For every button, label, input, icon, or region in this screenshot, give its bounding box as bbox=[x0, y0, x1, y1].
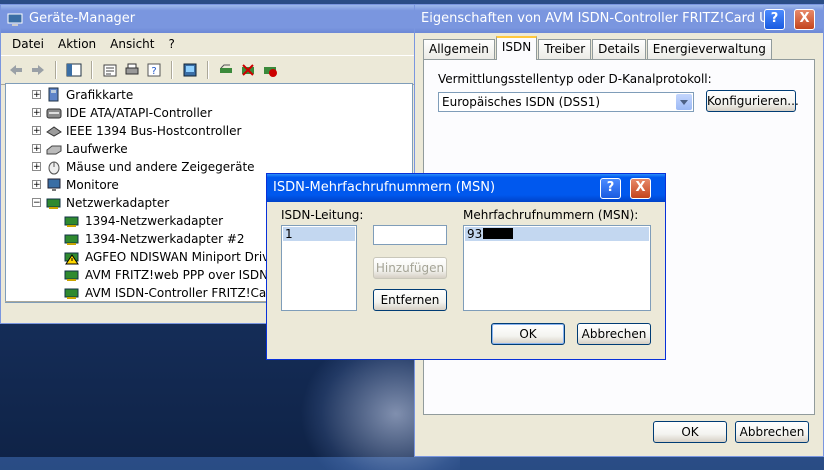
network-card-icon bbox=[64, 216, 79, 227]
protocol-label: Vermittlungsstellentyp oder D-Kanalproto… bbox=[438, 72, 712, 86]
disable-device-icon[interactable] bbox=[261, 61, 279, 79]
properties-icon[interactable] bbox=[101, 61, 119, 79]
menu-ansicht[interactable]: Ansicht bbox=[103, 33, 161, 55]
cancel-button[interactable]: Abbrechen bbox=[735, 421, 809, 443]
tree-label: 1394-Netzwerkadapter #2 bbox=[85, 232, 245, 246]
properties-titlebar[interactable]: Eigenschaften von AVM ISDN-Controller FR… bbox=[415, 5, 823, 33]
svg-text:?: ? bbox=[151, 66, 156, 77]
toolbar: ? bbox=[1, 55, 417, 85]
firewire-controller-icon bbox=[46, 126, 62, 137]
tree-label: Laufwerke bbox=[66, 142, 128, 156]
add-button[interactable]: Hinzufügen bbox=[373, 257, 447, 279]
mouse-icon bbox=[48, 161, 60, 175]
toolbar-separator bbox=[207, 61, 209, 79]
protocol-select[interactable]: Europäisches ISDN (DSS1) bbox=[438, 92, 694, 112]
cancel-button[interactable]: Abbrechen bbox=[577, 323, 651, 345]
tab-energieverwaltung[interactable]: Energieverwaltung bbox=[646, 39, 772, 59]
forward-arrow-icon[interactable] bbox=[29, 61, 47, 79]
configure-button[interactable]: Konfigurieren... bbox=[706, 90, 799, 112]
network-card-icon bbox=[64, 288, 79, 299]
ok-button[interactable]: OK bbox=[491, 323, 565, 345]
properties-title: Eigenschaften von AVM ISDN-Controller FR… bbox=[421, 11, 782, 26]
toolbar-separator bbox=[91, 61, 93, 79]
menu-help[interactable]: ? bbox=[161, 33, 181, 55]
msn-dialog-titlebar[interactable]: ISDN-Mehrfachrufnummern (MSN) ? X bbox=[267, 174, 665, 202]
display-adapter-icon bbox=[48, 87, 59, 102]
msn-list[interactable]: 93 bbox=[463, 225, 651, 311]
update-driver-icon[interactable] bbox=[217, 61, 235, 79]
msn-dialog: ISDN-Mehrfachrufnummern (MSN) ? X ISDN-L… bbox=[266, 173, 666, 360]
close-button[interactable]: X bbox=[794, 9, 815, 30]
msn-label: Mehrfachrufnummern (MSN): bbox=[463, 208, 639, 222]
network-card-icon bbox=[64, 270, 79, 281]
tab-isdn[interactable]: ISDN bbox=[495, 36, 538, 60]
collapse-button[interactable]: − bbox=[32, 198, 41, 208]
tree-label: Monitore bbox=[66, 178, 119, 192]
toolbar-separator bbox=[171, 61, 173, 79]
network-card-icon bbox=[64, 234, 79, 245]
msn-dialog-title: ISDN-Mehrfachrufnummern (MSN) bbox=[273, 180, 496, 195]
help-button[interactable]: ? bbox=[764, 9, 785, 30]
menu-aktion[interactable]: Aktion bbox=[51, 33, 103, 55]
msn-input[interactable] bbox=[373, 225, 447, 245]
chevron-down-icon[interactable] bbox=[676, 94, 692, 110]
list-item[interactable]: 93 bbox=[465, 227, 649, 241]
ok-button[interactable]: OK bbox=[653, 421, 727, 443]
toolbar-separator bbox=[55, 61, 57, 79]
close-button[interactable]: X bbox=[630, 178, 651, 199]
network-adapter-icon bbox=[46, 198, 61, 209]
redacted-number-block bbox=[483, 228, 514, 239]
tab-allgemein[interactable]: Allgemein bbox=[423, 39, 495, 59]
remove-button[interactable]: Entfernen bbox=[373, 289, 447, 311]
tree-label: AVM FRITZ!web PPP over ISDN bbox=[85, 268, 269, 282]
tree-label: Mäuse und andere Zeigegeräte bbox=[66, 160, 255, 174]
isdn-line-label: ISDN-Leitung: bbox=[281, 208, 364, 222]
help-icon[interactable]: ? bbox=[145, 61, 163, 79]
menu-bar: Datei Aktion Ansicht? bbox=[1, 33, 417, 55]
expand-button[interactable]: + bbox=[32, 180, 41, 190]
device-manager-title: Geräte-Manager bbox=[29, 11, 136, 26]
network-card-warning-icon bbox=[64, 252, 79, 265]
expand-button[interactable]: + bbox=[32, 162, 41, 172]
uninstall-device-icon[interactable] bbox=[239, 61, 257, 79]
tree-label: AVM ISDN-Controller FRITZ!Card bbox=[85, 286, 279, 300]
disk-drive-icon bbox=[46, 145, 62, 155]
tab-details[interactable]: Details bbox=[592, 39, 646, 59]
device-manager-titlebar[interactable]: Geräte-Manager bbox=[1, 5, 417, 33]
print-icon[interactable] bbox=[123, 61, 141, 79]
tab-strip: Allgemein ISDN Treiber Details Energieve… bbox=[423, 36, 773, 60]
expand-button[interactable]: + bbox=[32, 90, 41, 100]
menu-datei[interactable]: Datei bbox=[5, 33, 51, 55]
expand-button[interactable]: + bbox=[32, 144, 41, 154]
tree-label: IEEE 1394 Bus-Hostcontroller bbox=[66, 124, 242, 138]
tree-label: 1394-Netzwerkadapter bbox=[85, 214, 224, 228]
tree-label: Grafikkarte bbox=[66, 88, 134, 102]
list-item[interactable]: 1 bbox=[283, 227, 355, 241]
isdn-line-list[interactable]: 1 bbox=[281, 225, 357, 311]
monitor-icon bbox=[47, 178, 61, 191]
msn-value: 93 bbox=[467, 227, 483, 241]
tree-label: AGFEO NDISWAN Miniport Driver bbox=[85, 250, 282, 264]
help-button[interactable]: ? bbox=[600, 178, 621, 199]
expand-button[interactable]: + bbox=[32, 108, 41, 118]
tree-label: IDE ATA/ATAPI-Controller bbox=[66, 106, 213, 120]
tab-treiber[interactable]: Treiber bbox=[538, 39, 592, 59]
scan-hardware-icon[interactable] bbox=[181, 61, 199, 79]
tree-label: Netzwerkadapter bbox=[66, 196, 170, 210]
expand-button[interactable]: + bbox=[32, 126, 41, 136]
back-arrow-icon[interactable] bbox=[7, 61, 25, 79]
computer-icon bbox=[7, 11, 23, 27]
show-hide-console-tree-icon[interactable] bbox=[65, 61, 83, 79]
ide-controller-icon bbox=[46, 108, 62, 119]
protocol-select-value: Europäisches ISDN (DSS1) bbox=[442, 95, 601, 109]
